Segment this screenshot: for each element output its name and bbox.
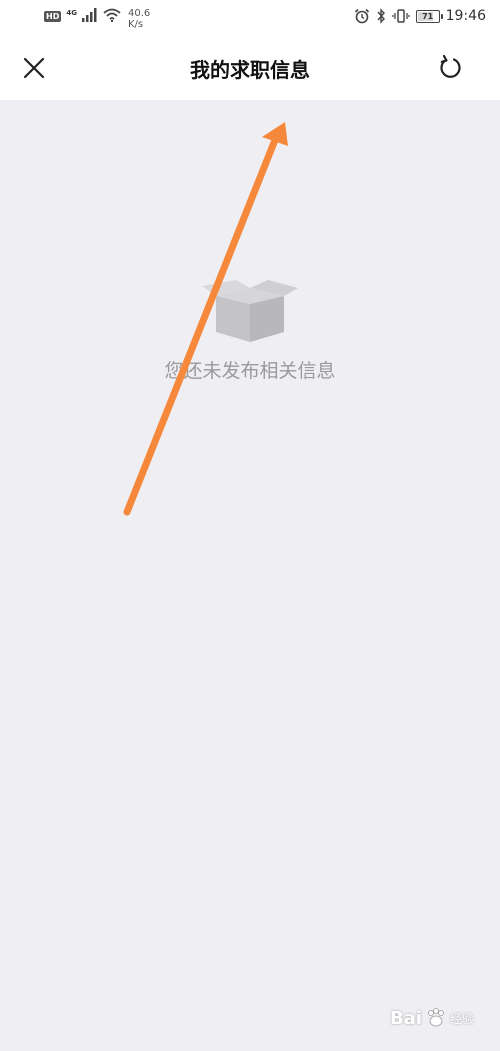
status-bar-left: HD 4G 40.6 K/s bbox=[44, 8, 150, 30]
alarm-icon bbox=[354, 8, 369, 24]
battery-icon: 71 bbox=[415, 9, 443, 23]
status-time: 19:46 bbox=[445, 8, 486, 24]
vibrate-icon bbox=[391, 9, 410, 23]
wifi-icon bbox=[103, 8, 121, 22]
empty-state: 您还未发布相关信息 bbox=[0, 278, 500, 383]
page-title: 我的求职信息 bbox=[190, 58, 310, 82]
signal-icon bbox=[81, 8, 97, 22]
watermark-brand: Bai bbox=[389, 1007, 422, 1029]
status-bar: HD 4G 40.6 K/s 71 19:46 bbox=[0, 0, 500, 36]
speed-unit: K/s bbox=[127, 19, 144, 30]
annotation-arrow bbox=[123, 122, 288, 516]
empty-message: 您还未发布相关信息 bbox=[164, 360, 336, 382]
status-bar-right: 71 19:46 bbox=[354, 8, 486, 24]
baidu-watermark: Bai 经验 bbox=[390, 1007, 474, 1029]
arrow-head bbox=[262, 122, 288, 146]
watermark-sub: 经验 bbox=[449, 1011, 474, 1026]
nav-bar: 我的求职信息 bbox=[0, 36, 500, 100]
refresh-icon bbox=[440, 54, 461, 78]
bluetooth-icon bbox=[377, 8, 385, 24]
refresh-button[interactable] bbox=[437, 54, 465, 82]
network-speed: 40.6 K/s bbox=[128, 8, 150, 30]
paw-icon bbox=[428, 1008, 444, 1027]
hd-badge: HD bbox=[44, 11, 62, 22]
empty-box-icon bbox=[202, 280, 298, 342]
battery-level: 71 bbox=[422, 11, 434, 21]
speed-value: 40.6 bbox=[127, 8, 151, 19]
network-type: 4G bbox=[66, 9, 77, 17]
